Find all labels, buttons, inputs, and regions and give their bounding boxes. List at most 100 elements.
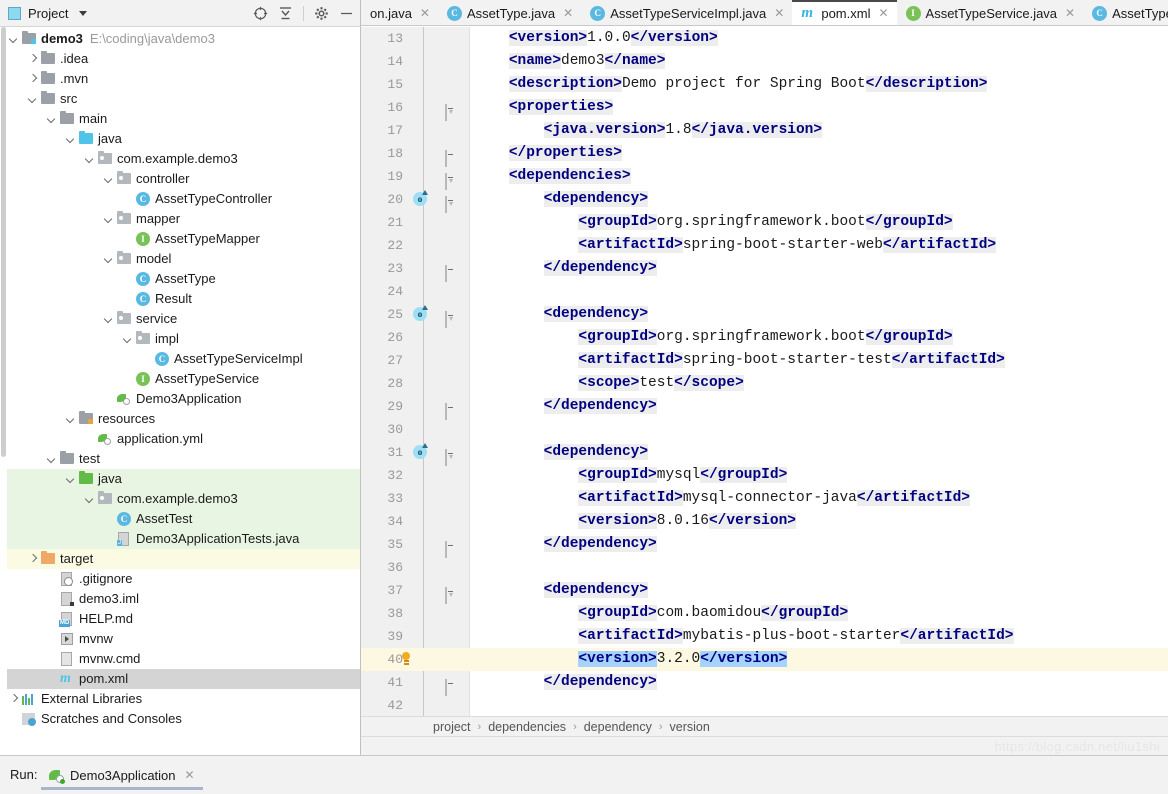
tree-node-controller[interactable]: controller [0, 169, 360, 189]
fold-collapse-icon[interactable] [445, 170, 456, 190]
tree-node-mvn[interactable]: .mvn [0, 69, 360, 89]
code-line[interactable]: <artifactId>spring-boot-starter-web</art… [474, 234, 1168, 257]
code-line[interactable]: <dependency> [474, 579, 1168, 602]
breadcrumb-item-project[interactable]: project [433, 720, 471, 734]
tree-node-com-example-demo3[interactable]: com.example.demo3 [0, 149, 360, 169]
chevron-down-icon[interactable] [103, 253, 116, 266]
tree-node-mapper[interactable]: mapper [0, 209, 360, 229]
code-line[interactable]: <java.version>1.8</java.version> [474, 119, 1168, 142]
breadcrumb-item-dependencies[interactable]: dependencies [488, 720, 566, 734]
fold-collapse-icon[interactable] [445, 308, 456, 328]
project-tree-scrollbar[interactable] [0, 27, 7, 755]
tree-node-mvnw[interactable]: mvnw [0, 629, 360, 649]
code-line[interactable]: <version>8.0.16</version> [474, 510, 1168, 533]
code-line[interactable]: </properties> [474, 142, 1168, 165]
chevron-down-icon[interactable] [8, 33, 21, 46]
code-line[interactable]: <name>demo3</name> [474, 50, 1168, 73]
code-line[interactable]: <version>3.2.0</version> [474, 648, 1168, 671]
close-icon[interactable]: ✕ [420, 6, 430, 20]
code-content[interactable]: <version>1.0.0</version> <name>demo3</na… [474, 27, 1168, 716]
tree-node-assettypeservice[interactable]: I AssetTypeService [0, 369, 360, 389]
breadcrumb-item-dependency[interactable]: dependency [584, 720, 652, 734]
tree-node-demo3application[interactable]: Demo3Application [0, 389, 360, 409]
tree-node-model[interactable]: model [0, 249, 360, 269]
editor-tab-on-java[interactable]: Con.java✕ [361, 0, 438, 25]
code-editor[interactable]: 13 14 15 16 17 18 19 20 o 21 22 23 24 25 o 26 27 28 29 30 31… [361, 27, 1168, 716]
fold-end-icon[interactable] [445, 538, 456, 558]
tree-node-resources[interactable]: resources [0, 409, 360, 429]
project-view-selector[interactable]: Project [8, 6, 88, 21]
tree-node-demo3-iml[interactable]: demo3.iml [0, 589, 360, 609]
tree-node-impl[interactable]: impl [0, 329, 360, 349]
tree-node-target[interactable]: target [0, 549, 360, 569]
run-tab-demo3application[interactable]: Demo3Application ✕ [41, 763, 203, 790]
editor-tab-assettypecontroller[interactable]: CAssetTypeController✕ [1083, 0, 1168, 25]
fold-end-icon[interactable] [445, 400, 456, 420]
editor-tab-assettypeserviceimpl-java[interactable]: C AssetTypeServiceImpl.java ✕ [581, 0, 793, 25]
dependency-override-icon[interactable]: o [413, 443, 429, 461]
code-line[interactable]: </dependency> [474, 395, 1168, 418]
editor-tab-assettype-java[interactable]: C AssetType.java ✕ [437, 0, 582, 25]
breadcrumb-item-version[interactable]: version [670, 720, 710, 734]
tree-node-assettypemapper[interactable]: I AssetTypeMapper [0, 229, 360, 249]
collapse-all-icon[interactable] [278, 6, 293, 21]
fold-collapse-icon[interactable] [445, 584, 456, 604]
tree-node-service[interactable]: service [0, 309, 360, 329]
tree-node-src[interactable]: src [0, 89, 360, 109]
dependency-override-icon[interactable]: o [413, 190, 429, 208]
close-icon[interactable]: ✕ [185, 768, 195, 782]
chevron-down-icon[interactable] [27, 93, 40, 106]
tree-node-pom-xml[interactable]: m pom.xml [0, 669, 360, 689]
code-line[interactable]: </dependency> [474, 257, 1168, 280]
chevron-down-icon[interactable] [65, 473, 78, 486]
intention-bulb-icon[interactable] [401, 652, 411, 665]
chevron-down-icon[interactable] [84, 493, 97, 506]
chevron-down-icon[interactable] [84, 153, 97, 166]
tree-node-assettest[interactable]: C AssetTest [0, 509, 360, 529]
chevron-right-icon[interactable] [27, 553, 40, 566]
code-line[interactable]: <dependencies> [474, 165, 1168, 188]
tree-node-application-yml[interactable]: application.yml [0, 429, 360, 449]
fold-collapse-icon[interactable] [445, 446, 456, 466]
code-line[interactable]: <version>1.0.0</version> [474, 27, 1168, 50]
chevron-down-icon[interactable] [103, 313, 116, 326]
chevron-down-icon[interactable] [122, 333, 135, 346]
tree-node-demo3applicationtests-java[interactable]: J Demo3ApplicationTests.java [0, 529, 360, 549]
chevron-down-icon[interactable] [103, 173, 116, 186]
code-line[interactable]: <scope>test</scope> [474, 372, 1168, 395]
chevron-down-icon[interactable] [79, 10, 88, 16]
chevron-down-icon[interactable] [65, 133, 78, 146]
tree-node-external-libraries[interactable]: External Libraries [0, 689, 360, 709]
tree-node-com-example-demo3[interactable]: com.example.demo3 [0, 489, 360, 509]
tree-node-assettypecontroller[interactable]: C AssetTypeController [0, 189, 360, 209]
chevron-down-icon[interactable] [65, 413, 78, 426]
tree-node-java[interactable]: java [0, 469, 360, 489]
project-tree[interactable]: demo3 E:\coding\java\demo3 .idea .mvn src mai… [0, 27, 360, 755]
code-line[interactable]: <dependency> [474, 188, 1168, 211]
minimize-icon[interactable] [339, 6, 354, 21]
project-tree-scroll-thumb[interactable] [1, 27, 6, 457]
close-icon[interactable]: ✕ [774, 6, 784, 20]
close-icon[interactable]: ✕ [1065, 6, 1075, 20]
fold-end-icon[interactable] [445, 676, 456, 696]
editor-tab-assettypeservice-java[interactable]: I AssetTypeService.java ✕ [896, 0, 1084, 25]
tree-node-gitignore[interactable]: .gitignore [0, 569, 360, 589]
chevron-right-icon[interactable] [27, 73, 40, 86]
fold-end-icon[interactable] [445, 262, 456, 282]
chevron-down-icon[interactable] [103, 213, 116, 226]
chevron-right-icon[interactable] [8, 693, 21, 706]
tree-node-idea[interactable]: .idea [0, 49, 360, 69]
fold-end-icon[interactable] [445, 147, 456, 167]
close-icon[interactable]: ✕ [563, 6, 573, 20]
fold-collapse-icon[interactable] [445, 101, 456, 121]
settings-gear-icon[interactable] [314, 6, 329, 21]
tree-node-assettype[interactable]: C AssetType [0, 269, 360, 289]
close-icon[interactable]: ✕ [878, 6, 888, 20]
editor-tab-pom-xml[interactable]: m pom.xml ✕ [792, 0, 897, 25]
code-line[interactable]: <properties> [474, 96, 1168, 119]
chevron-down-icon[interactable] [46, 453, 59, 466]
editor-tab-bar[interactable]: Con.java✕CAssetType.java✕CAssetTypeServi… [361, 0, 1168, 26]
tree-node-help-md[interactable]: MD HELP.md [0, 609, 360, 629]
code-line[interactable] [474, 694, 1168, 716]
code-line[interactable]: <groupId>com.baomidou</groupId> [474, 602, 1168, 625]
